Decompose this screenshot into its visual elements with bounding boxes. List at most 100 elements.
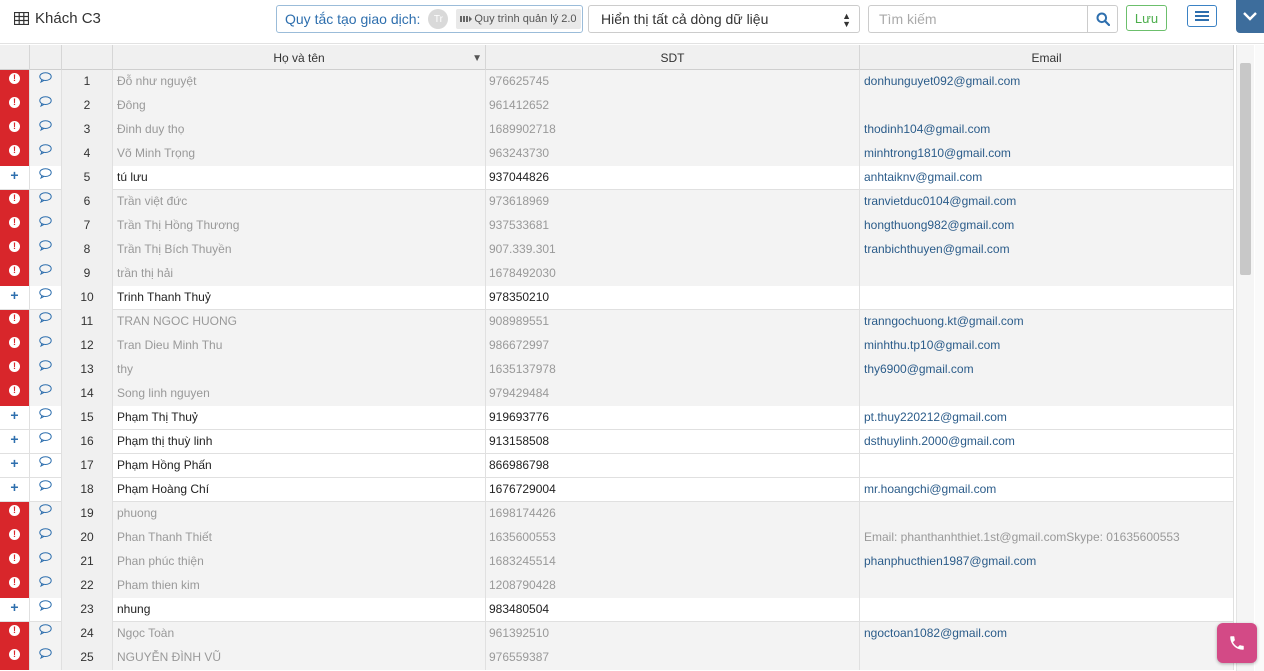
cell-name[interactable]: trần thị hải xyxy=(113,262,486,286)
row-comment-cell[interactable] xyxy=(30,574,62,598)
cell-email[interactable] xyxy=(860,262,1234,286)
row-status-cell[interactable]: ! xyxy=(0,310,30,334)
cell-name[interactable]: Võ Minh Trọng xyxy=(113,142,486,166)
cell-phone[interactable]: 919693776 xyxy=(486,406,860,430)
error-icon[interactable]: ! xyxy=(9,577,20,588)
table-row[interactable]: ! 6 Trần việt đức 973618969 tranvietduc0104@… xyxy=(0,190,1234,214)
row-comment-cell[interactable] xyxy=(30,118,62,142)
save-button[interactable]: Lưu xyxy=(1126,5,1167,31)
vertical-scrollbar[interactable] xyxy=(1236,45,1254,671)
cell-name[interactable]: Phan phúc thiện xyxy=(113,550,486,574)
row-status-cell[interactable]: ! xyxy=(0,502,30,526)
cell-phone[interactable]: 986672997 xyxy=(486,334,860,358)
cell-name[interactable]: Trinh Thanh Thuỷ xyxy=(113,286,486,310)
cell-name[interactable]: Phạm Hồng Phấn xyxy=(113,454,486,478)
table-row[interactable]: ! 21 Phan phúc thiện 1683245514 phanphucthie… xyxy=(0,550,1234,574)
cell-name[interactable]: phuong xyxy=(113,502,486,526)
cell-name[interactable]: Trần Thị Bích Thuyền xyxy=(113,238,486,262)
comment-icon[interactable] xyxy=(39,240,52,251)
comment-icon[interactable] xyxy=(39,336,52,347)
error-icon[interactable]: ! xyxy=(9,505,20,516)
error-icon[interactable]: ! xyxy=(9,241,20,252)
row-status-cell[interactable]: + xyxy=(0,430,30,454)
cell-email[interactable]: ngoctoan1082@gmail.com xyxy=(860,622,1234,646)
row-status-cell[interactable]: ! xyxy=(0,142,30,166)
cell-phone[interactable]: 978350210 xyxy=(486,286,860,310)
row-status-cell[interactable]: ! xyxy=(0,526,30,550)
column-header-name[interactable]: Họ và tên ▼ xyxy=(113,45,486,70)
error-icon[interactable]: ! xyxy=(9,121,20,132)
comment-icon[interactable] xyxy=(39,312,52,323)
cell-name[interactable]: Tran Dieu Minh Thu xyxy=(113,334,486,358)
cell-phone[interactable]: 979429484 xyxy=(486,382,860,406)
table-row[interactable]: +5 tú lưu 937044826 anhtaiknv@gmail.com xyxy=(0,166,1234,190)
table-row[interactable]: ! 7 Trần Thị Hồng Thương 937533681 hongthuon… xyxy=(0,214,1234,238)
add-icon[interactable]: + xyxy=(10,168,18,182)
cell-name[interactable]: Phạm Thị Thuỷ xyxy=(113,406,486,430)
row-status-cell[interactable]: + xyxy=(0,286,30,310)
row-status-cell[interactable]: + xyxy=(0,454,30,478)
search-button[interactable] xyxy=(1087,5,1118,33)
rule-tag[interactable]: Quy trình quản lý 2.0 xyxy=(456,9,581,29)
cell-name[interactable]: Phạm Hoàng Chí xyxy=(113,478,486,502)
table-row[interactable]: ! 11 TRAN NGOC HUONG 908989551 tranngochuong… xyxy=(0,310,1234,334)
row-comment-cell[interactable] xyxy=(30,478,62,502)
error-icon[interactable]: ! xyxy=(9,73,20,84)
row-comment-cell[interactable] xyxy=(30,406,62,430)
error-icon[interactable]: ! xyxy=(9,313,20,324)
row-status-cell[interactable]: ! xyxy=(0,118,30,142)
table-row[interactable]: ! 2 Đông 961412652 xyxy=(0,94,1234,118)
table-row[interactable]: +10 Trinh Thanh Thuỷ 978350210 xyxy=(0,286,1234,310)
cell-phone[interactable]: 976559387 xyxy=(486,646,860,670)
cell-name[interactable]: NGUYỄN ĐÌNH VŨ xyxy=(113,646,486,670)
cell-email[interactable]: minhthu.tp10@gmail.com xyxy=(860,334,1234,358)
row-comment-cell[interactable] xyxy=(30,598,62,622)
comment-icon[interactable] xyxy=(39,96,52,107)
comment-icon[interactable] xyxy=(39,360,52,371)
row-status-cell[interactable]: ! xyxy=(0,214,30,238)
error-icon[interactable]: ! xyxy=(9,217,20,228)
row-comment-cell[interactable] xyxy=(30,286,62,310)
table-row[interactable]: ! 24 Ngọc Toàn 961392510 ngoctoan1082@gmail.… xyxy=(0,622,1234,646)
cell-name[interactable]: Đỗ như nguyệt xyxy=(113,70,486,94)
comment-icon[interactable] xyxy=(39,456,52,467)
row-status-cell[interactable]: + xyxy=(0,598,30,622)
row-comment-cell[interactable] xyxy=(30,142,62,166)
row-status-cell[interactable]: + xyxy=(0,406,30,430)
add-icon[interactable]: + xyxy=(10,600,18,614)
cell-name[interactable]: Đinh duy thọ xyxy=(113,118,486,142)
comment-icon[interactable] xyxy=(39,288,52,299)
menu-button[interactable] xyxy=(1187,5,1217,27)
cell-phone[interactable]: 937533681 xyxy=(486,214,860,238)
table-row[interactable]: ! 4 Võ Minh Trọng 963243730 minhtrong1810@gm… xyxy=(0,142,1234,166)
comment-icon[interactable] xyxy=(39,624,52,635)
error-icon[interactable]: ! xyxy=(9,625,20,636)
cell-name[interactable]: tú lưu xyxy=(113,166,486,190)
comment-icon[interactable] xyxy=(39,384,52,395)
row-status-cell[interactable]: ! xyxy=(0,646,30,670)
error-icon[interactable]: ! xyxy=(9,553,20,564)
row-comment-cell[interactable] xyxy=(30,526,62,550)
row-status-cell[interactable]: + xyxy=(0,478,30,502)
cell-email[interactable]: phanphucthien1987@gmail.com xyxy=(860,550,1234,574)
row-comment-cell[interactable] xyxy=(30,262,62,286)
comment-icon[interactable] xyxy=(39,648,52,659)
row-comment-cell[interactable] xyxy=(30,238,62,262)
row-comment-cell[interactable] xyxy=(30,454,62,478)
row-status-cell[interactable]: ! xyxy=(0,190,30,214)
cell-phone[interactable]: 1683245514 xyxy=(486,550,860,574)
table-row[interactable]: +17 Phạm Hồng Phấn 866986798 xyxy=(0,454,1234,478)
comment-icon[interactable] xyxy=(39,192,52,203)
cell-phone[interactable]: 1635137978 xyxy=(486,358,860,382)
row-comment-cell[interactable] xyxy=(30,382,62,406)
error-icon[interactable]: ! xyxy=(9,385,20,396)
table-row[interactable]: ! 12 Tran Dieu Minh Thu 986672997 minhthu.tp… xyxy=(0,334,1234,358)
error-icon[interactable]: ! xyxy=(9,193,20,204)
add-icon[interactable]: + xyxy=(10,408,18,422)
error-icon[interactable]: ! xyxy=(9,265,20,276)
comment-icon[interactable] xyxy=(39,432,52,443)
error-icon[interactable]: ! xyxy=(9,97,20,108)
cell-name[interactable]: Ngọc Toàn xyxy=(113,622,486,646)
cell-phone[interactable]: 1635600553 xyxy=(486,526,860,550)
row-status-cell[interactable]: ! xyxy=(0,622,30,646)
